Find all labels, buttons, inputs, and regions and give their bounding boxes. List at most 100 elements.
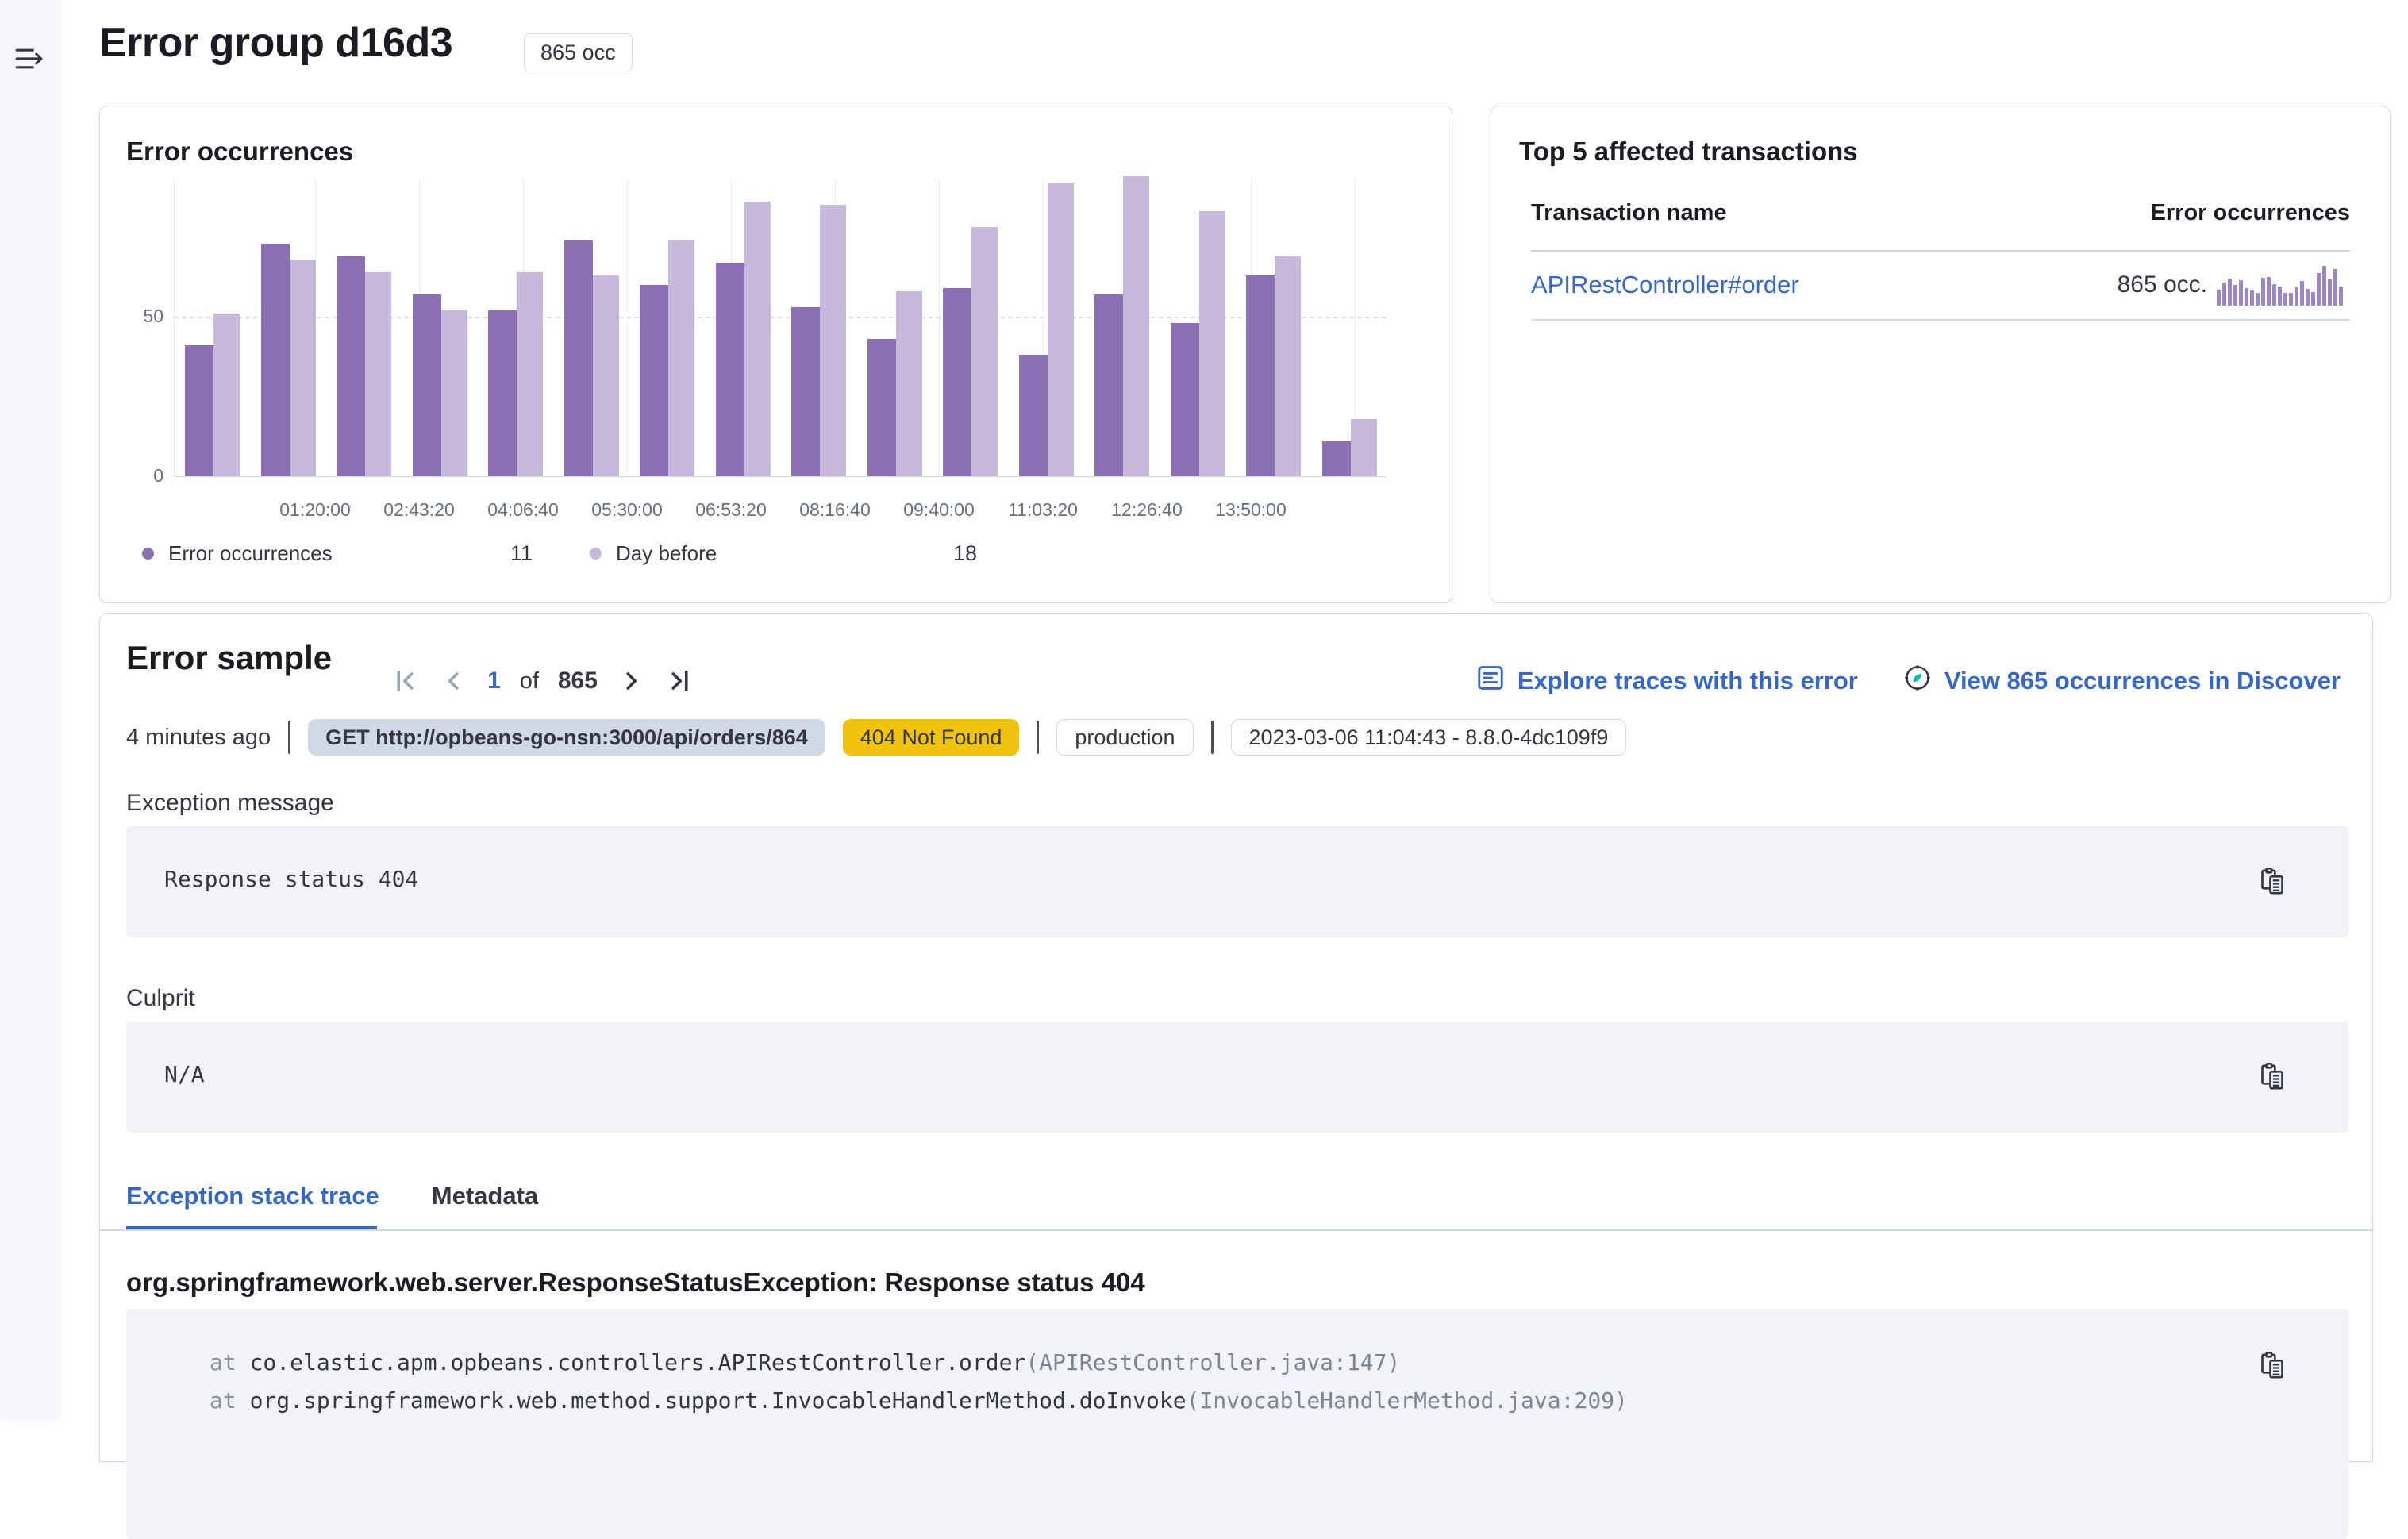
bar-day-before — [744, 202, 771, 476]
x-axis-line — [174, 476, 1386, 477]
vertical-gridline — [627, 179, 628, 476]
y-tick-0: 0 — [117, 465, 163, 487]
tab-metadata[interactable]: Metadata — [432, 1182, 538, 1234]
transaction-link[interactable]: APIRestController#order — [1531, 271, 1799, 299]
bar-error-occurrences — [564, 240, 593, 476]
sample-age: 4 minutes ago — [126, 725, 271, 751]
sparkline-bar — [2300, 281, 2304, 306]
bar-error-occurrences — [1019, 355, 1048, 476]
sparkline-bar — [2339, 287, 2343, 306]
column-transaction-name: Transaction name — [1531, 200, 1727, 226]
occurrence-count-badge: 865 occ — [524, 33, 633, 71]
sparkline-bar — [2278, 287, 2282, 306]
sparkline-bar — [2333, 269, 2337, 306]
bar-error-occurrences — [1094, 294, 1123, 476]
divider — [1211, 721, 1214, 754]
bar-day-before — [820, 205, 846, 476]
x-tick-label: 13:50:00 — [1187, 499, 1314, 521]
exception-message-box: Response status 404 — [126, 826, 2348, 937]
bar-error-occurrences — [337, 256, 365, 476]
bar-day-before — [1351, 419, 1377, 476]
top-transactions-panel: Top 5 affected transactions Transaction … — [1491, 106, 2391, 603]
next-page-button[interactable] — [617, 667, 645, 695]
discover-compass-icon — [1902, 663, 1933, 699]
bar-day-before — [290, 260, 316, 476]
tabs-divider — [100, 1229, 2372, 1231]
sparkline-bar — [2306, 289, 2310, 306]
trace-explorer-icon — [1475, 663, 1506, 699]
bar-error-occurrences — [1171, 323, 1199, 476]
legend-label: Day before — [616, 541, 717, 566]
error-occurrences-panel: Error occurrences 50 0 01:20:0002:43:200… — [99, 106, 1452, 603]
sample-metadata-row: 4 minutes ago GET http://opbeans-go-nsn:… — [126, 718, 1626, 756]
previous-page-button[interactable] — [440, 667, 468, 695]
copy-icon — [2256, 1061, 2288, 1093]
stacktrace-exception-header: org.springframework.web.server.ResponseS… — [126, 1268, 1145, 1298]
bar-day-before — [593, 275, 619, 476]
sparkline-bar — [2217, 290, 2221, 306]
table-row: APIRestController#order 865 occ. — [1531, 252, 2350, 318]
arrow-right-icon — [617, 667, 645, 695]
exception-message-label: Exception message — [126, 790, 334, 817]
explore-traces-link[interactable]: Explore traces with this error — [1475, 663, 1858, 699]
legend-dot-light — [590, 548, 602, 560]
sparkline-bar — [2228, 279, 2232, 306]
legend-label: Error occurrences — [168, 541, 333, 566]
total-pages: 865 — [558, 668, 598, 694]
bar-day-before — [668, 240, 694, 476]
legend-item-error-occurrences[interactable]: Error occurrences 11 — [142, 541, 533, 566]
occurrences-sparkline — [2217, 264, 2350, 306]
sparkline-bar — [2322, 266, 2326, 306]
y-tick-50: 50 — [117, 306, 163, 327]
sparkline-bar — [2295, 287, 2298, 306]
y-axis-line — [174, 179, 175, 476]
legend-item-day-before[interactable]: Day before 18 — [590, 541, 977, 566]
bar-error-occurrences — [867, 339, 896, 476]
bar-error-occurrences — [716, 263, 744, 476]
sparkline-bar — [2239, 280, 2243, 306]
page-of-label: of — [520, 668, 539, 694]
header-actions: Explore traces with this error View 865 … — [1475, 660, 2341, 702]
bar-day-before — [441, 310, 467, 476]
copy-exception-button[interactable] — [2256, 866, 2288, 898]
bar-error-occurrences — [1322, 441, 1351, 476]
arrow-left-icon — [440, 667, 468, 695]
culprit-box: N/A — [126, 1022, 2348, 1133]
sparkline-bar — [2261, 278, 2265, 306]
bar-day-before — [1199, 211, 1225, 476]
last-page-button[interactable] — [664, 667, 693, 695]
stacktrace-frames: at co.elastic.apm.opbeans.controllers.AP… — [210, 1344, 1628, 1420]
view-in-discover-link[interactable]: View 865 occurrences in Discover — [1902, 663, 2341, 699]
stack-frame: at co.elastic.apm.opbeans.controllers.AP… — [210, 1344, 1628, 1382]
first-page-button[interactable] — [392, 667, 421, 695]
bar-day-before — [517, 272, 543, 476]
sparkline-bar — [2328, 279, 2332, 306]
arrow-start-icon — [392, 667, 421, 695]
sparkline-bar — [2222, 283, 2226, 306]
copy-icon — [2256, 1350, 2288, 1382]
divider — [1037, 721, 1039, 754]
copy-culprit-button[interactable] — [2256, 1061, 2288, 1093]
bar-day-before — [1275, 256, 1301, 476]
copy-stacktrace-button[interactable] — [2256, 1350, 2288, 1382]
expand-menu-button[interactable] — [13, 43, 45, 75]
bar-error-occurrences — [1246, 275, 1275, 476]
stacktrace-box: at co.elastic.apm.opbeans.controllers.AP… — [126, 1309, 2348, 1539]
vertical-gridline — [939, 179, 940, 476]
exception-message-value: Response status 404 — [164, 866, 418, 892]
menu-right-icon — [13, 65, 45, 77]
sparkline-bar — [2272, 284, 2276, 306]
bar-error-occurrences — [185, 345, 213, 476]
explore-traces-label: Explore traces with this error — [1518, 667, 1858, 695]
stack-frame: at org.springframework.web.method.suppor… — [210, 1382, 1628, 1420]
sample-pagination: 1 of 865 — [392, 660, 693, 702]
timestamp-version-badge: 2023-03-06 11:04:43 - 8.8.0-4dc109f9 — [1231, 719, 1627, 756]
occurrence-count: 865 occ. — [2118, 271, 2207, 298]
environment-badge: production — [1056, 719, 1193, 756]
collapsed-sidebar — [0, 0, 59, 1421]
legend-value: 11 — [510, 541, 533, 566]
sparkline-bar — [2317, 273, 2321, 306]
sparkline-bar — [2267, 277, 2271, 306]
table-row-divider — [1531, 319, 2350, 321]
error-occurrences-chart[interactable] — [174, 179, 1386, 476]
